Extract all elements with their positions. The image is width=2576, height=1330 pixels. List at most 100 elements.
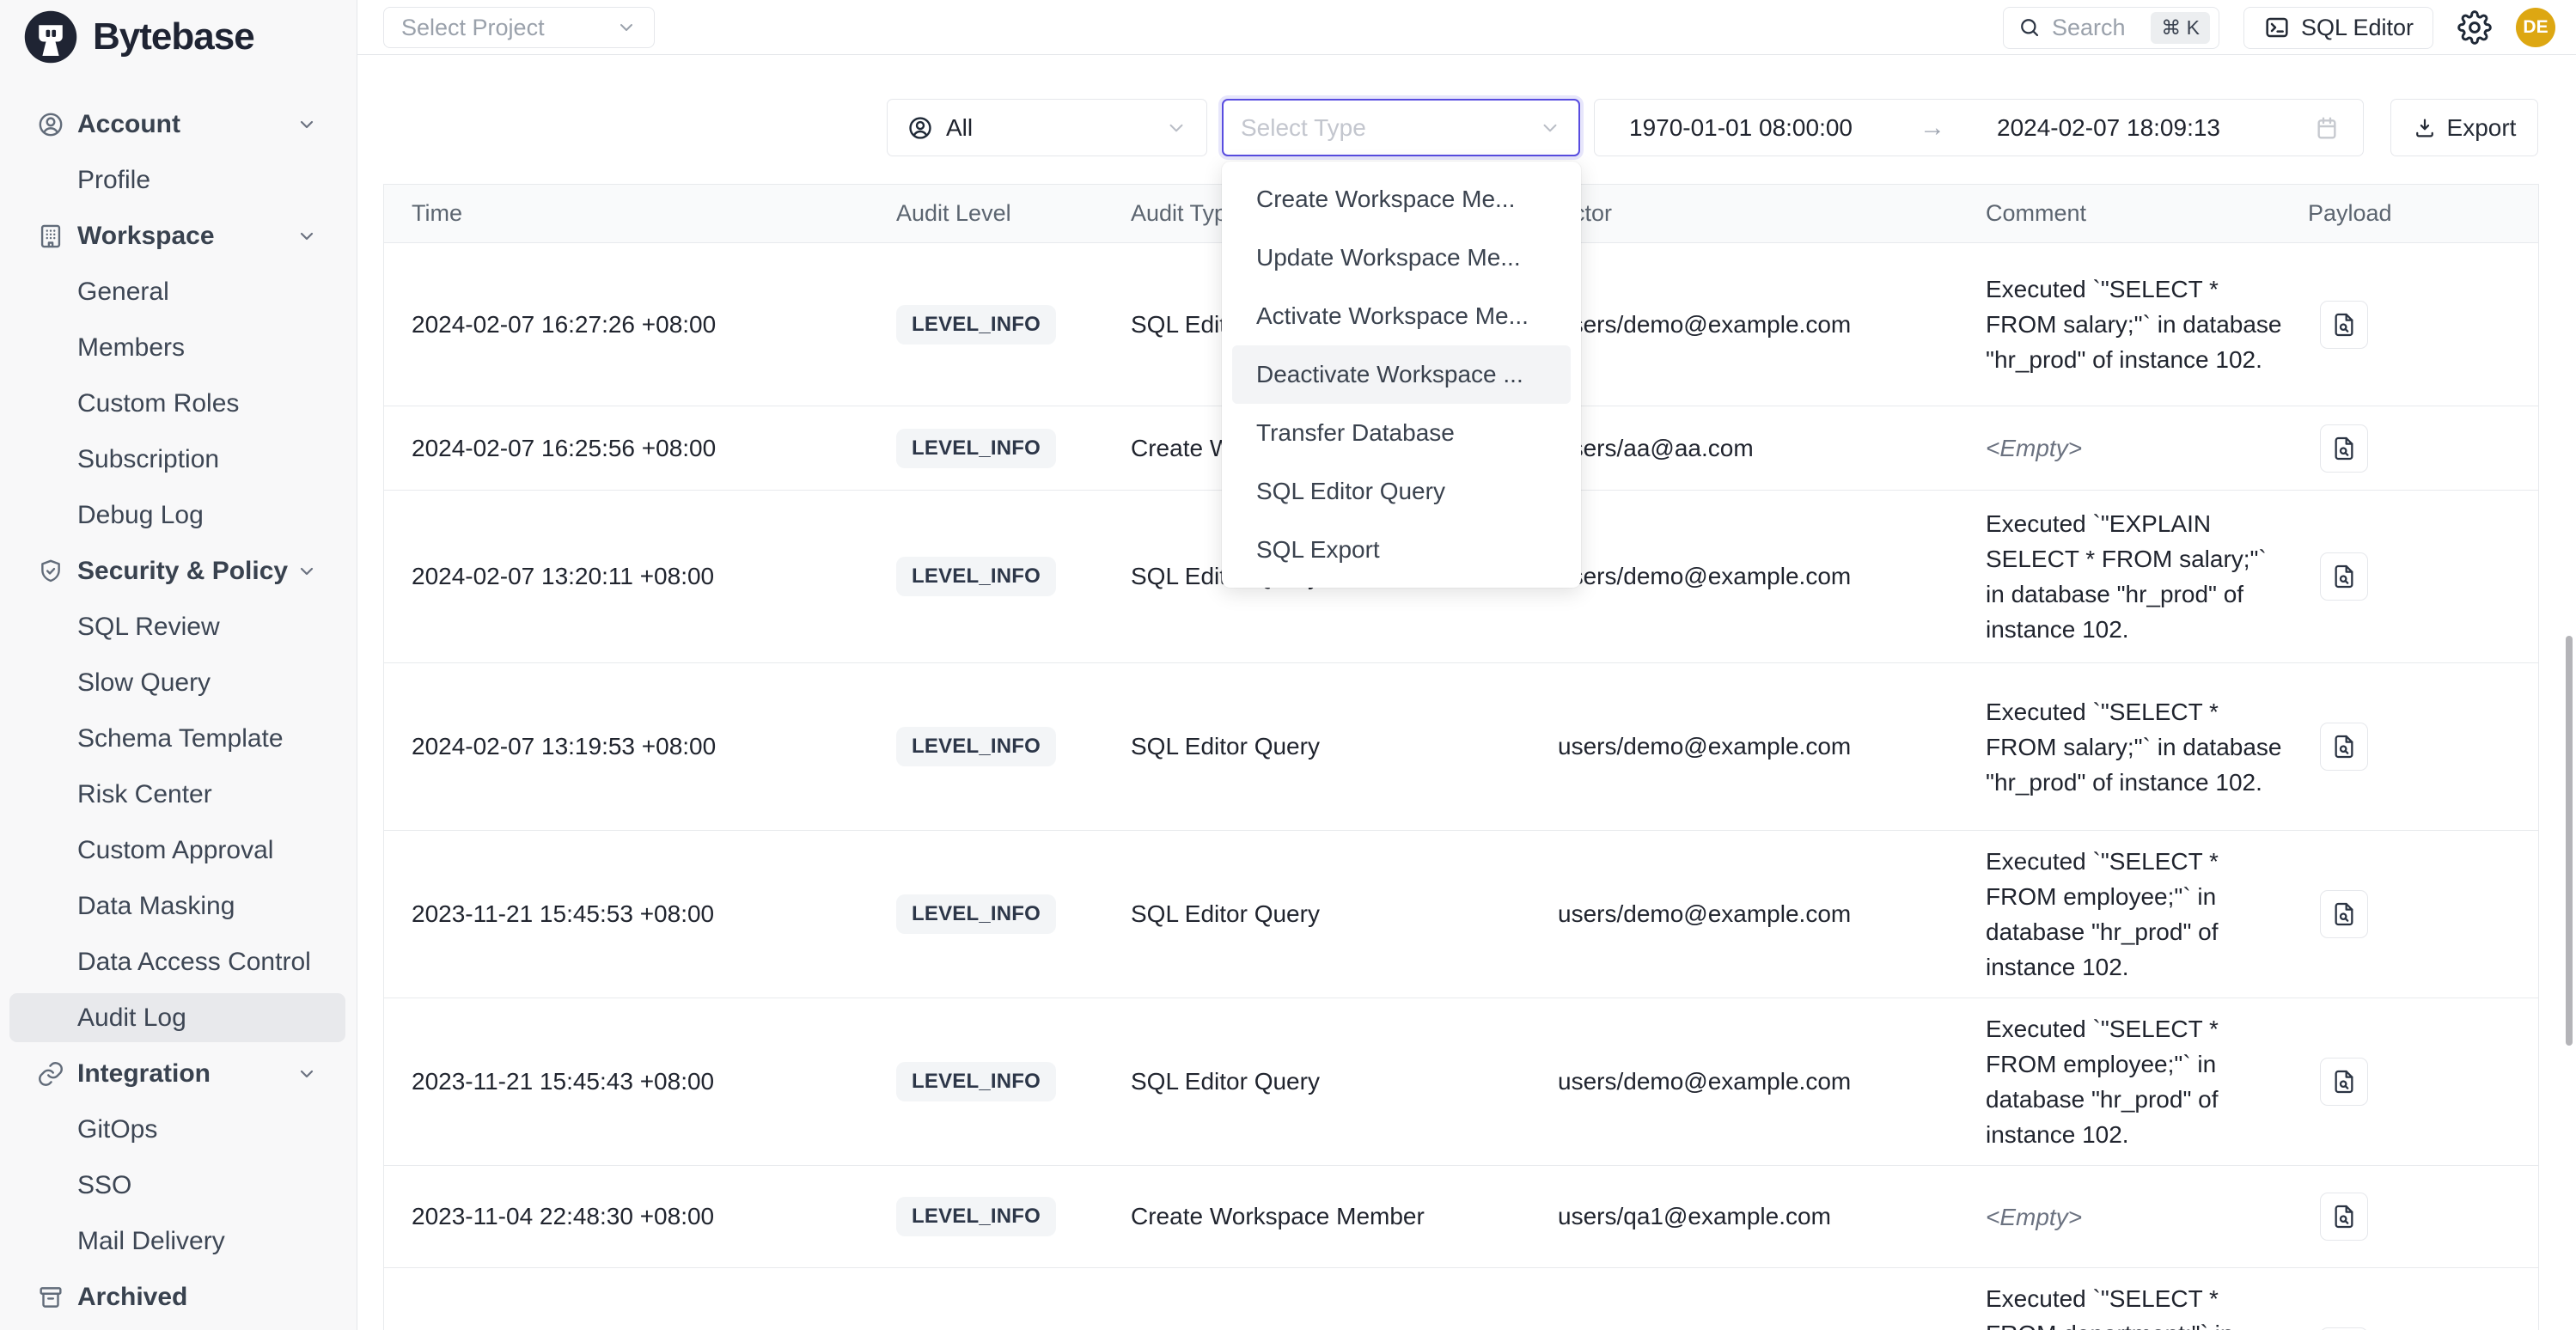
bytebase-logo[interactable]: Bytebase	[22, 9, 254, 65]
sidebar-item-debug-log[interactable]: Debug Log	[0, 487, 357, 543]
sidebar-item-gitops[interactable]: GitOps	[0, 1101, 357, 1157]
payload-button[interactable]	[2320, 424, 2368, 473]
chevron-down-icon	[296, 1064, 317, 1084]
type-dropdown-menu: Create Workspace Me... Update Workspace …	[1222, 162, 1581, 588]
search-input[interactable]: Search ⌘ K	[2003, 7, 2219, 49]
file-search-icon	[2330, 563, 2358, 590]
sidebar-item-mail-delivery[interactable]: Mail Delivery	[0, 1213, 357, 1269]
payload-button[interactable]	[2320, 1058, 2368, 1106]
cell-audit-type: SQL Editor Query	[1131, 900, 1558, 928]
actor-filter-select[interactable]: All	[887, 99, 1207, 156]
sidebar-nav: Account Profile Workspace General Member…	[0, 96, 357, 1325]
chevron-down-icon	[296, 561, 317, 582]
sidebar-item-schema-template[interactable]: Schema Template	[0, 711, 357, 766]
column-header-actor: Actor	[1558, 200, 1986, 227]
search-placeholder: Search	[2052, 15, 2140, 41]
logo-text: Bytebase	[93, 15, 254, 58]
topbar: Select Project Search ⌘ K SQL Editor DE	[357, 0, 2576, 55]
search-icon	[2017, 15, 2042, 40]
sidebar-item-sql-review[interactable]: SQL Review	[0, 599, 357, 655]
file-search-icon	[2330, 1203, 2358, 1230]
column-header-audit-level: Audit Level	[896, 200, 1131, 227]
shield-check-icon	[36, 557, 65, 586]
dropdown-item-sql-editor-query[interactable]: SQL Editor Query	[1232, 462, 1571, 521]
export-button[interactable]: Export	[2390, 99, 2538, 156]
cell-comment: <Empty>	[1986, 1199, 2308, 1235]
sidebar-item-sso[interactable]: SSO	[0, 1157, 357, 1213]
level-badge: LEVEL_INFO	[896, 894, 1056, 934]
cell-comment: Executed `"SELECT * FROM salary;"` in da…	[1986, 694, 2308, 800]
cell-time: 2023-11-21 15:45:53 +08:00	[384, 900, 896, 928]
chevron-down-icon	[296, 226, 317, 247]
dropdown-item-update-workspace-member[interactable]: Update Workspace Me...	[1232, 229, 1571, 287]
cell-time: 2023-11-21 15:45:43 +08:00	[384, 1068, 896, 1095]
sidebar-item-subscription[interactable]: Subscription	[0, 431, 357, 487]
building-icon	[36, 222, 65, 251]
project-select[interactable]: Select Project	[383, 7, 655, 48]
table-row: 2023-11-04 22:48:30 +08:00 LEVEL_INFO Cr…	[384, 1166, 2538, 1268]
export-label: Export	[2447, 114, 2517, 142]
sidebar-item-profile[interactable]: Profile	[0, 152, 357, 208]
type-filter-select[interactable]: Select Type	[1222, 99, 1580, 156]
cell-comment: <Empty>	[1986, 430, 2308, 466]
level-badge: LEVEL_INFO	[896, 557, 1056, 596]
sidebar-item-custom-approval[interactable]: Custom Approval	[0, 822, 357, 878]
sidebar-group-archived[interactable]: Archived	[0, 1269, 357, 1325]
audit-log-page: Bytebase Account Profile Workspace Gener…	[0, 0, 2576, 1330]
payload-button[interactable]	[2320, 890, 2368, 938]
column-header-time: Time	[384, 200, 896, 227]
cell-comment: Executed `"SELECT * FROM salary;"` in da…	[1986, 271, 2308, 377]
table-row: 2023-11-21 15:45:43 +08:00 LEVEL_INFO SQ…	[384, 998, 2538, 1166]
date-range-picker[interactable]: 1970-01-01 08:00:00 → 2024-02-07 18:09:1…	[1594, 99, 2364, 156]
cell-time: 2024-02-07 13:19:53 +08:00	[384, 733, 896, 760]
sidebar-item-data-masking[interactable]: Data Masking	[0, 878, 357, 934]
sidebar-group-security-policy[interactable]: Security & Policy	[0, 543, 357, 599]
sql-editor-label: SQL Editor	[2301, 15, 2414, 41]
payload-button[interactable]	[2320, 552, 2368, 601]
cell-actor: users/aa@aa.com	[1558, 435, 1986, 462]
link-icon	[36, 1059, 65, 1089]
level-badge: LEVEL_INFO	[896, 727, 1056, 766]
sidebar-item-audit-log[interactable]: Audit Log	[0, 990, 357, 1046]
payload-button[interactable]	[2320, 1193, 2368, 1241]
payload-button[interactable]	[2320, 301, 2368, 349]
dropdown-item-create-workspace-member[interactable]: Create Workspace Me...	[1232, 170, 1571, 229]
gear-icon[interactable]	[2457, 10, 2492, 45]
terminal-icon	[2263, 14, 2291, 41]
cell-actor: users/demo@example.com	[1558, 1068, 1986, 1095]
file-search-icon	[2330, 900, 2358, 928]
cell-time: 2024-02-07 16:27:26 +08:00	[384, 311, 896, 339]
chevron-down-icon	[1539, 117, 1561, 139]
actor-filter-value: All	[946, 114, 1153, 142]
chevron-down-icon	[296, 114, 317, 135]
sidebar-item-members[interactable]: Members	[0, 320, 357, 375]
date-to-value: 2024-02-07 18:09:13	[1997, 114, 2220, 142]
sidebar-item-general[interactable]: General	[0, 264, 357, 320]
level-badge: LEVEL_INFO	[896, 1197, 1056, 1236]
file-search-icon	[2330, 311, 2358, 339]
dropdown-item-transfer-database[interactable]: Transfer Database	[1232, 404, 1571, 462]
date-from-value: 1970-01-01 08:00:00	[1629, 114, 1853, 142]
sql-editor-button[interactable]: SQL Editor	[2243, 7, 2433, 49]
sidebar-item-data-access-control[interactable]: Data Access Control	[0, 934, 357, 990]
payload-button[interactable]	[2320, 723, 2368, 771]
sidebar-item-custom-roles[interactable]: Custom Roles	[0, 375, 357, 431]
sidebar-group-account[interactable]: Account	[0, 96, 357, 152]
dropdown-item-sql-export[interactable]: SQL Export	[1232, 521, 1571, 579]
cell-comment: Executed `"SELECT * FROM department;"` i…	[1986, 1281, 2308, 1330]
dropdown-item-activate-workspace-member[interactable]: Activate Workspace Me...	[1232, 287, 1571, 345]
cell-time: 2024-02-07 13:20:11 +08:00	[384, 563, 896, 590]
sidebar-item-slow-query[interactable]: Slow Query	[0, 655, 357, 711]
cell-comment: Executed `"SELECT * FROM employee;"` in …	[1986, 844, 2308, 985]
avatar[interactable]: DE	[2516, 8, 2555, 47]
vertical-scrollbar[interactable]	[2566, 636, 2573, 1046]
chevron-down-icon	[616, 17, 637, 38]
sidebar-item-risk-center[interactable]: Risk Center	[0, 766, 357, 822]
table-row: 2024-02-07 13:19:53 +08:00 LEVEL_INFO SQ…	[384, 663, 2538, 831]
sidebar-group-integration[interactable]: Integration	[0, 1046, 357, 1101]
cell-time: 2023-11-04 22:48:30 +08:00	[384, 1203, 896, 1230]
bytebase-logo-icon	[22, 9, 79, 65]
download-icon	[2413, 116, 2437, 140]
dropdown-item-deactivate-workspace-member[interactable]: Deactivate Workspace ...	[1232, 345, 1571, 404]
sidebar-group-workspace[interactable]: Workspace	[0, 208, 357, 264]
